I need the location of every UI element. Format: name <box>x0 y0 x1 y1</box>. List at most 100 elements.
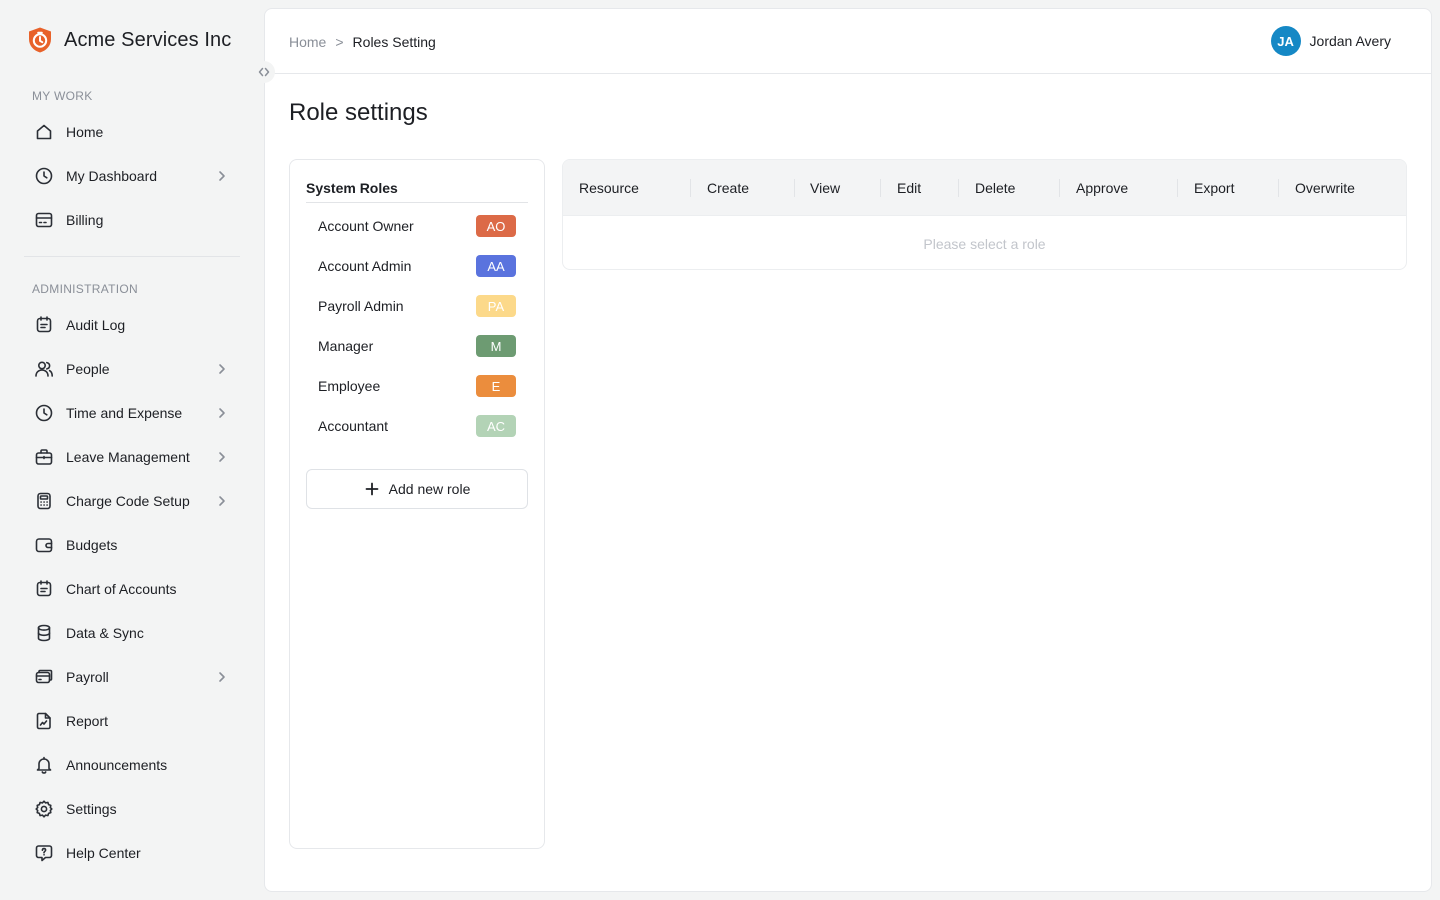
role-name: Account Admin <box>318 258 412 274</box>
avatar: JA <box>1270 26 1301 56</box>
shield-logo-icon <box>29 27 51 53</box>
sidebar-item-budgets[interactable]: Budgets <box>24 525 240 565</box>
role-badge: M <box>476 335 516 357</box>
sidebar-item-payroll[interactable]: Payroll <box>24 657 240 697</box>
role-name: Accountant <box>318 418 389 434</box>
column-header-approve: Approve <box>1076 180 1129 196</box>
sidebar-item-label: Billing <box>66 212 104 228</box>
bell-icon <box>34 755 54 775</box>
role-item-account-admin[interactable]: Account Admin AA <box>306 248 528 284</box>
clock-icon <box>34 166 54 186</box>
section-label-my-work: MY WORK <box>32 89 93 103</box>
column-header-view: View <box>810 180 841 196</box>
chart-of-accounts-icon <box>34 579 54 599</box>
sidebar-item-report[interactable]: Report <box>24 701 240 741</box>
column-header-resource: Resource <box>579 180 639 196</box>
system-roles-panel: System Roles Account Owner AO Account Ad… <box>289 159 545 849</box>
sidebar-item-label: Budgets <box>66 537 118 553</box>
role-badge: E <box>476 375 516 397</box>
column-header-overwrite: Overwrite <box>1295 180 1355 196</box>
sidebar-item-label: Help Center <box>66 845 141 861</box>
plus-icon <box>365 482 379 496</box>
chevron-right-icon <box>214 669 230 685</box>
breadcrumb-current: Roles Setting <box>352 34 436 50</box>
user-menu[interactable]: JA Jordan Avery <box>1270 26 1391 56</box>
role-badge: PA <box>476 295 516 317</box>
add-new-role-label: Add new role <box>388 481 471 497</box>
calculator-icon <box>34 491 54 511</box>
brand[interactable]: Acme Services Inc <box>26 26 231 54</box>
brand-name: Acme Services Inc <box>64 28 232 51</box>
sidebar-item-label: People <box>66 361 110 377</box>
sidebar-item-label: Time and Expense <box>66 405 183 421</box>
sidebar-collapse-toggle[interactable] <box>253 61 275 83</box>
sidebar-item-label: Settings <box>66 801 117 817</box>
empty-state-text: Please select a role <box>923 235 1046 252</box>
sidebar-item-settings[interactable]: Settings <box>24 789 240 829</box>
sidebar-divider <box>24 256 240 257</box>
home-icon <box>34 122 54 142</box>
help-icon <box>34 843 54 863</box>
app-root: Acme Services Inc MY WORK Home My Dashbo… <box>0 0 1440 900</box>
database-icon <box>34 623 54 643</box>
add-new-role-button[interactable]: Add new role <box>306 469 528 509</box>
sidebar-item-label: Audit Log <box>66 317 126 333</box>
sidebar-item-label: Announcements <box>66 757 168 773</box>
sidebar-item-billing[interactable]: Billing <box>24 200 240 240</box>
permissions-table: Resource Create View Edit Delete Approve… <box>562 159 1407 270</box>
sidebar-item-label: Leave Management <box>66 449 190 465</box>
sidebar-item-my-dashboard[interactable]: My Dashboard <box>24 156 240 196</box>
sidebar-item-charge-code-setup[interactable]: Charge Code Setup <box>24 481 240 521</box>
role-name: Account Owner <box>318 218 414 234</box>
column-header-edit: Edit <box>897 180 922 196</box>
page-title: Role settings <box>289 99 428 126</box>
chevron-right-icon <box>214 493 230 509</box>
permissions-table-header: Resource Create View Edit Delete Approve… <box>563 160 1406 216</box>
role-badge: AC <box>476 415 516 437</box>
sidebar-item-label: Report <box>66 713 109 729</box>
section-label-administration: ADMINISTRATION <box>32 282 138 296</box>
sidebar-item-audit-log[interactable]: Audit Log <box>24 305 240 345</box>
chevron-right-icon <box>214 405 230 421</box>
chevron-right-icon <box>214 449 230 465</box>
billing-icon <box>34 210 54 230</box>
role-name: Manager <box>318 338 374 354</box>
gear-icon <box>34 799 54 819</box>
column-header-delete: Delete <box>975 180 1016 196</box>
role-item-accountant[interactable]: Accountant AC <box>306 408 528 444</box>
sidebar-item-label: Payroll <box>66 669 109 685</box>
sidebar-item-announcements[interactable]: Announcements <box>24 745 240 785</box>
main-content: Home > Roles Setting JA Jordan Avery Rol… <box>264 8 1432 892</box>
breadcrumb: Home > Roles Setting <box>289 34 436 50</box>
sidebar-item-time-and-expense[interactable]: Time and Expense <box>24 393 240 433</box>
sidebar-item-home[interactable]: Home <box>24 112 240 152</box>
sidebar: Acme Services Inc MY WORK Home My Dashbo… <box>0 0 264 900</box>
chevron-right-icon <box>214 361 230 377</box>
top-bar: Home > Roles Setting JA Jordan Avery <box>265 9 1431 74</box>
sidebar-item-label: My Dashboard <box>66 168 158 184</box>
role-item-payroll-admin[interactable]: Payroll Admin PA <box>306 288 528 324</box>
sidebar-item-label: Charge Code Setup <box>66 493 190 509</box>
breadcrumb-home-link[interactable]: Home <box>289 34 326 50</box>
code-brackets-icon <box>258 67 270 77</box>
sidebar-item-label: Home <box>66 124 104 140</box>
role-item-employee[interactable]: Employee E <box>306 368 528 404</box>
chevron-right-icon <box>214 168 230 184</box>
report-icon <box>34 711 54 731</box>
briefcase-icon <box>34 447 54 467</box>
role-badge: AO <box>476 215 516 237</box>
role-badge: AA <box>476 255 516 277</box>
sidebar-item-leave-management[interactable]: Leave Management <box>24 437 240 477</box>
user-name: Jordan Avery <box>1309 33 1391 49</box>
wallet-icon <box>34 535 54 555</box>
clock-icon <box>34 403 54 423</box>
role-item-account-owner[interactable]: Account Owner AO <box>306 208 528 244</box>
sidebar-item-help-center[interactable]: Help Center <box>24 833 240 873</box>
sidebar-item-data-sync[interactable]: Data & Sync <box>24 613 240 653</box>
role-name: Payroll Admin <box>318 298 404 314</box>
role-item-manager[interactable]: Manager M <box>306 328 528 364</box>
sidebar-item-label: Chart of Accounts <box>66 581 177 597</box>
system-roles-title: System Roles <box>306 180 528 203</box>
sidebar-item-chart-of-accounts[interactable]: Chart of Accounts <box>24 569 240 609</box>
sidebar-item-people[interactable]: People <box>24 349 240 389</box>
